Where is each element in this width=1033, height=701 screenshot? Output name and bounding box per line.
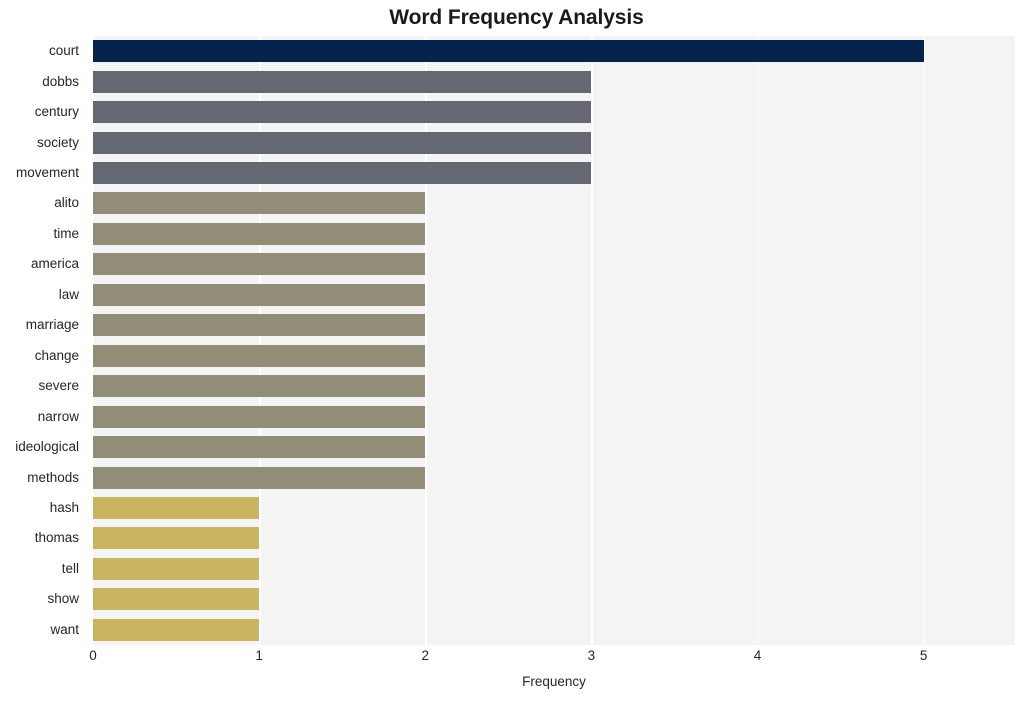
y-tick-label: tell [61, 560, 79, 576]
chart-title: Word Frequency Analysis [389, 6, 644, 29]
y-tick-label: change [34, 347, 79, 363]
bar [93, 40, 924, 63]
bar [93, 466, 426, 489]
y-tick-label: alito [54, 195, 79, 211]
x-tick-label: 3 [587, 648, 596, 663]
word-frequency-bar-chart: Word Frequency Analysis court dobbs centur… [0, 0, 1033, 701]
y-tick-label: show [47, 591, 79, 607]
y-tick-label: time [53, 225, 79, 241]
y-tick-label: methods [27, 469, 79, 485]
bar [93, 496, 260, 519]
bar [93, 283, 426, 306]
bar [93, 436, 426, 459]
y-tick-label: movement [15, 165, 79, 181]
bar [93, 618, 260, 641]
x-tick-label: 1 [255, 648, 263, 663]
bar [93, 405, 426, 428]
y-tick-label: ideological [15, 439, 79, 455]
x-tick-label: 2 [421, 648, 430, 663]
x-tick-label: 0 [89, 648, 97, 663]
y-tick-label: narrow [37, 408, 79, 424]
y-tick-label: hash [49, 499, 79, 515]
bar [93, 557, 260, 580]
bar [93, 344, 426, 367]
bar [93, 314, 426, 337]
y-tick-label: law [58, 286, 79, 302]
bar [93, 253, 426, 276]
y-tick-label: severe [38, 378, 79, 394]
bar [93, 70, 592, 93]
y-tick-label: society [36, 134, 79, 150]
y-tick-label: court [48, 43, 79, 59]
y-tick-label: century [34, 104, 79, 120]
y-tick-label: dobbs [42, 73, 79, 89]
bar [93, 588, 260, 611]
bar [93, 192, 426, 215]
y-tick-label: thomas [34, 530, 79, 546]
x-tick-label: 5 [919, 648, 928, 663]
bar [93, 162, 592, 185]
y-tick-label: want [50, 621, 79, 637]
bar [93, 375, 426, 398]
x-axis-label: Frequency [522, 674, 586, 689]
y-tick-label: marriage [25, 317, 79, 333]
y-tick-label: america [30, 256, 79, 272]
bars-layer [93, 36, 1015, 645]
bar [93, 527, 260, 550]
y-axis-tick-labels: court dobbs century society movement alito tim… [0, 36, 86, 645]
bar [93, 222, 426, 245]
bar [93, 101, 592, 124]
x-tick-label: 4 [753, 648, 762, 663]
plot-area [93, 36, 1015, 645]
bar [93, 131, 592, 154]
x-axis-tick-labels: 0 1 2 3 4 5 [89, 648, 1015, 670]
